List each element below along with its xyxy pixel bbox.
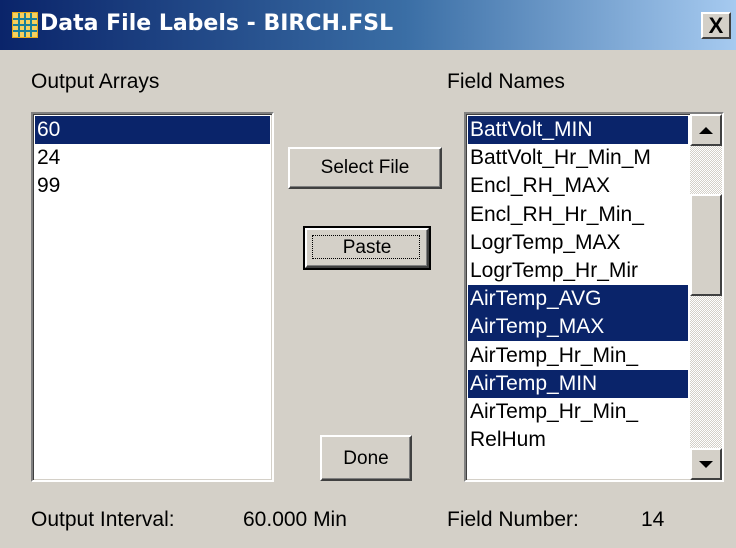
field-name-list-item[interactable]: AirTemp_AVG (468, 285, 688, 314)
focus-rect (312, 235, 420, 259)
paste-button[interactable]: Paste (303, 226, 431, 270)
field-number-label: Field Number: (447, 508, 579, 531)
select-file-label: Select File (320, 157, 410, 178)
field-name-list-item[interactable]: BattVolt_Hr_Min_M (468, 144, 688, 172)
dialog-window: Data File Labels - BIRCH.FSL X Output Ar… (0, 0, 736, 548)
output-array-list-item[interactable]: 24 (35, 144, 270, 172)
field-names-listbox[interactable]: BattVolt_MIN BattVolt_Hr_Min_M Encl_RH_MAX… (464, 112, 724, 482)
field-name-list-item[interactable]: Encl_RH_MAX (468, 172, 688, 200)
scroll-down-button[interactable] (690, 448, 722, 480)
close-button[interactable]: X (701, 12, 731, 39)
table-grid-icon (12, 12, 38, 38)
field-name-list-item[interactable]: LogrTemp_MAX (468, 229, 688, 257)
output-arrays-label: Output Arrays (31, 70, 160, 93)
close-icon: X (708, 12, 724, 38)
done-button[interactable]: Done (320, 435, 412, 481)
field-name-list-item[interactable]: AirTemp_MAX (468, 313, 688, 342)
field-name-list-item[interactable]: AirTemp_Hr_Min_ (468, 398, 688, 426)
field-name-list-item[interactable]: LogrTemp_Hr_Mir (468, 257, 688, 285)
field-name-list-item[interactable]: AirTemp_MIN (468, 369, 688, 398)
arrow-up-icon (699, 126, 713, 134)
field-name-list-item[interactable]: Encl_RH_Hr_Min_ (468, 201, 688, 229)
output-interval-value: 60.000 Min (243, 508, 347, 531)
field-name-list-item[interactable]: RelHum (468, 426, 688, 454)
output-array-list-item[interactable]: 60 (35, 116, 270, 144)
vertical-scrollbar[interactable] (690, 114, 722, 480)
window-title: Data File Labels - BIRCH.FSL (40, 11, 394, 36)
title-bar[interactable]: Data File Labels - BIRCH.FSL X (0, 0, 736, 50)
arrow-down-icon (699, 460, 713, 468)
field-name-list-item[interactable]: BattVolt_MIN (468, 116, 688, 144)
done-label: Done (343, 448, 389, 469)
field-number-value: 14 (641, 508, 665, 531)
scrollbar-thumb[interactable] (690, 194, 722, 296)
output-arrays-listbox[interactable]: 60 24 99 (31, 112, 274, 482)
field-name-list-item[interactable]: AirTemp_Hr_Min_ (468, 342, 688, 370)
output-array-list-item[interactable]: 99 (35, 172, 270, 200)
scroll-up-button[interactable] (690, 114, 722, 146)
field-names-label: Field Names (447, 70, 565, 93)
select-file-button[interactable]: Select File (288, 147, 442, 189)
output-interval-label: Output Interval: (31, 508, 175, 531)
